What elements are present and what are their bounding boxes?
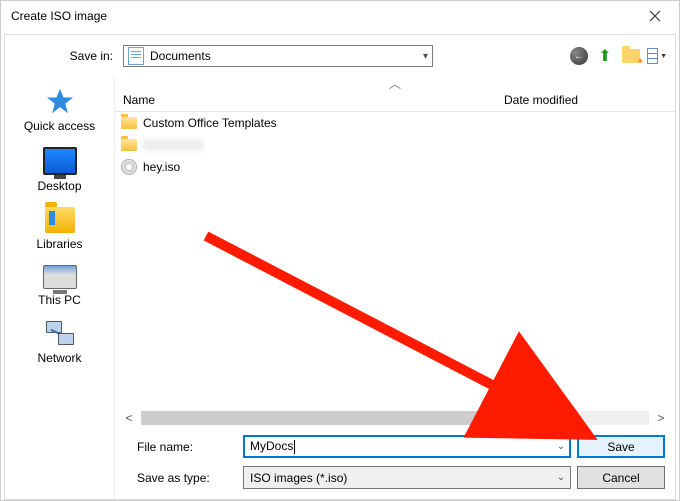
list-item[interactable]: Custom Office Templates [115,112,675,134]
documents-icon [128,47,144,65]
new-folder-button[interactable] [621,46,641,66]
chevron-down-icon[interactable]: ⌄ [552,472,570,483]
save-button[interactable]: Save [577,435,665,458]
file-name: hey.iso [143,160,180,174]
chevron-down-icon: ▼ [660,53,667,60]
save-dialog-window: Create ISO image Save in: Documents ▾ ← … [0,0,680,501]
sidebar-item-label: Desktop [37,179,81,193]
scroll-thumb[interactable] [141,411,497,425]
file-name-input[interactable]: MyDocs ⌄ [243,435,571,458]
chevron-down-icon[interactable]: ⌄ [552,441,570,452]
up-arrow-icon: ⬆ [598,46,611,66]
iso-file-icon [121,159,137,175]
libraries-icon [45,207,75,233]
save-in-dropdown[interactable]: Documents ▾ [123,45,433,67]
back-icon: ← [570,47,588,65]
network-icon [44,321,76,347]
file-name-redacted [143,139,203,151]
desktop-icon [43,147,77,175]
save-as-type-label: Save as type: [125,471,237,485]
folder-icon [121,139,137,151]
form-area: File name: MyDocs ⌄ Save Save as type: I… [115,427,675,499]
quick-access-icon [46,87,74,115]
sidebar-item-quick-access[interactable]: Quick access [5,85,114,135]
sidebar-item-network[interactable]: Network [5,319,114,367]
sidebar-item-label: Network [37,351,81,365]
file-name-label: File name: [125,440,237,454]
save-as-type-value: ISO images (*.iso) [244,471,552,485]
sidebar-item-desktop[interactable]: Desktop [5,145,114,195]
file-name: Custom Office Templates [143,116,277,130]
file-name-value: MyDocs [250,439,293,453]
sidebar-item-label: Libraries [36,237,82,251]
scroll-left-icon[interactable]: < [121,411,137,425]
column-header-name[interactable]: Name [115,93,496,107]
nav-tool-icons: ← ⬆ ▼ [569,46,667,66]
save-as-type-row: Save as type: ISO images (*.iso) ⌄ Cance… [125,466,665,489]
collapse-chevron[interactable]: ︿ [115,77,675,89]
list-item[interactable] [115,134,675,156]
save-in-label: Save in: [13,49,117,63]
file-name-row: File name: MyDocs ⌄ Save [125,435,665,458]
file-list: Custom Office Templates hey.iso [115,112,675,409]
chevron-down-icon: ▾ [423,51,428,62]
nav-toolbar: Save in: Documents ▾ ← ⬆ ▼ [5,35,675,77]
window-title: Create ISO image [11,9,107,23]
folder-icon [121,117,137,129]
save-as-type-dropdown[interactable]: ISO images (*.iso) ⌄ [243,466,571,489]
new-folder-icon [622,49,640,63]
text-cursor [294,440,295,454]
view-menu-icon [647,48,658,64]
scroll-track[interactable] [141,411,649,425]
column-headers: Name Date modified [115,89,675,112]
this-pc-icon [43,265,77,289]
titlebar: Create ISO image [1,1,679,31]
dialog-inner: Save in: Documents ▾ ← ⬆ ▼ [4,34,676,500]
save-in-value: Documents [150,49,417,63]
horizontal-scrollbar[interactable]: < > [115,409,675,427]
back-button[interactable]: ← [569,46,589,66]
close-button[interactable] [635,2,675,30]
sidebar-item-label: This PC [38,293,81,307]
cancel-button[interactable]: Cancel [577,466,665,489]
dialog-body: Quick access Desktop Libraries This PC N… [5,77,675,499]
sidebar-item-label: Quick access [24,119,95,133]
sidebar-item-libraries[interactable]: Libraries [5,205,114,253]
places-sidebar: Quick access Desktop Libraries This PC N… [5,77,114,499]
column-header-date[interactable]: Date modified [496,93,675,107]
view-menu-button[interactable]: ▼ [647,46,667,66]
list-item[interactable]: hey.iso [115,156,675,178]
file-pane: ︿ Name Date modified Custom Office Templ… [114,77,675,499]
up-one-level-button[interactable]: ⬆ [595,46,615,66]
sidebar-item-this-pc[interactable]: This PC [5,263,114,309]
scroll-right-icon[interactable]: > [653,411,669,425]
